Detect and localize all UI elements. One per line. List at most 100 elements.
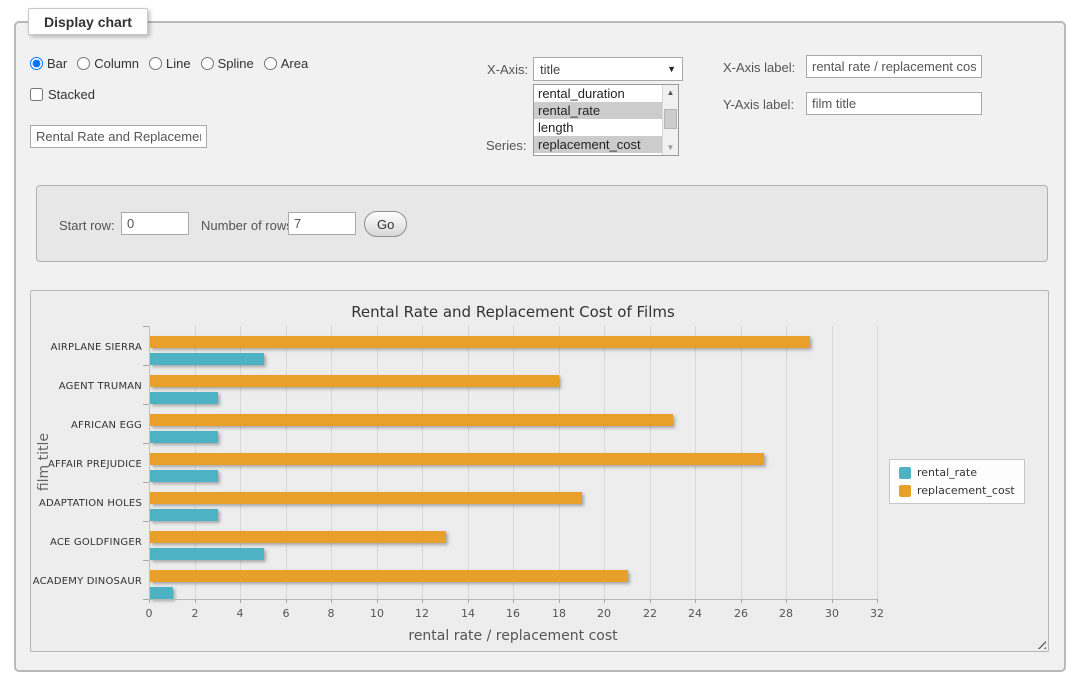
x-axis-line: [149, 599, 877, 600]
scroll-up-icon[interactable]: ▲: [663, 85, 678, 100]
bar-replacement_cost-academy-dinosaur[interactable]: [150, 570, 628, 582]
x-tick-label: 14: [450, 607, 486, 620]
series-option-rental_rate[interactable]: rental_rate: [534, 102, 662, 119]
x-tick-label: 20: [586, 607, 622, 620]
legend-swatch-icon: [899, 467, 911, 479]
y-axis-tick: [143, 560, 149, 561]
series-option-replacement_cost[interactable]: replacement_cost: [534, 136, 662, 153]
series-listbox[interactable]: rental_durationrental_ratelengthreplacem…: [533, 84, 679, 156]
chart-x-axis-title: rental rate / replacement cost: [149, 628, 877, 644]
radio-spline[interactable]: [201, 57, 214, 70]
stacked-label: Stacked: [48, 87, 95, 102]
category-label: AFFAIR PREJUDICE: [31, 459, 142, 470]
category-label: AIRPLANE SIERRA: [31, 342, 142, 353]
chart-panel: Rental Rate and Replacement Cost of Film…: [30, 290, 1049, 652]
legend-swatch-icon: [899, 485, 911, 497]
scroll-down-icon[interactable]: ▼: [663, 140, 678, 155]
y-axis-label-caption: Y-Axis label:: [723, 97, 794, 112]
chart-title-input[interactable]: [30, 125, 207, 148]
x-tick-label: 8: [313, 607, 349, 620]
bar-rental_rate-affair-prejudice[interactable]: [150, 470, 218, 482]
y-axis-label-input[interactable]: [806, 92, 982, 115]
chart-type-group: Bar Column Line Spline Area: [30, 56, 308, 71]
radio-line[interactable]: [149, 57, 162, 70]
chart-type-option-line[interactable]: Line: [149, 56, 191, 71]
x-axis-label-caption: X-Axis label:: [723, 60, 795, 75]
x-tick-label: 22: [632, 607, 668, 620]
start-row-input[interactable]: [121, 212, 189, 235]
number-of-rows-label: Number of rows:: [201, 218, 296, 233]
gridline: [877, 326, 878, 599]
fieldset-legend: Display chart: [28, 8, 148, 35]
bar-replacement_cost-airplane-sierra[interactable]: [150, 336, 810, 348]
bar-rental_rate-adaptation-holes[interactable]: [150, 509, 218, 521]
row-controls-panel: Start row: Number of rows: Go: [36, 185, 1048, 262]
scrollbar-thumb[interactable]: [664, 109, 677, 129]
number-of-rows-input[interactable]: [288, 212, 356, 235]
chart-plot-area: [149, 326, 877, 599]
stacked-option[interactable]: Stacked: [30, 87, 95, 102]
bar-replacement_cost-affair-prejudice[interactable]: [150, 453, 764, 465]
x-tick-label: 32: [859, 607, 895, 620]
bar-rental_rate-airplane-sierra[interactable]: [150, 353, 264, 365]
chart-type-option-spline[interactable]: Spline: [201, 56, 254, 71]
y-axis-tick: [143, 365, 149, 366]
series-listbox-options: rental_durationrental_ratelengthreplacem…: [534, 85, 662, 155]
radio-column[interactable]: [77, 57, 90, 70]
legend-label: rental_rate: [917, 466, 977, 479]
bar-rental_rate-agent-truman[interactable]: [150, 392, 218, 404]
bar-rental_rate-african-egg[interactable]: [150, 431, 218, 443]
start-row-label: Start row:: [59, 218, 115, 233]
legend-label: replacement_cost: [917, 484, 1015, 497]
x-axis-label-input[interactable]: [806, 55, 982, 78]
bar-replacement_cost-adaptation-holes[interactable]: [150, 492, 582, 504]
x-tick-label: 0: [131, 607, 167, 620]
y-axis-line: [149, 326, 150, 599]
y-axis-tick: [143, 326, 149, 327]
x-axis-tick: [877, 599, 878, 603]
series-field-label: Series:: [486, 138, 526, 153]
radio-label-spline: Spline: [218, 56, 254, 71]
radio-label-column: Column: [94, 56, 139, 71]
series-scrollbar[interactable]: ▲ ▼: [662, 85, 678, 155]
x-tick-label: 26: [723, 607, 759, 620]
series-option-rental_duration[interactable]: rental_duration: [534, 85, 662, 102]
category-label: ACE GOLDFINGER: [31, 537, 142, 548]
bar-rental_rate-academy-dinosaur[interactable]: [150, 587, 173, 599]
x-tick-label: 2: [177, 607, 213, 620]
x-tick-label: 4: [222, 607, 258, 620]
x-tick-label: 16: [495, 607, 531, 620]
go-button[interactable]: Go: [364, 211, 407, 237]
radio-area[interactable]: [264, 57, 277, 70]
radio-bar[interactable]: [30, 57, 43, 70]
x-tick-label: 10: [359, 607, 395, 620]
y-axis-tick: [143, 443, 149, 444]
x-axis-select[interactable]: title ▼: [533, 57, 683, 81]
bar-replacement_cost-ace-goldfinger[interactable]: [150, 531, 446, 543]
series-option-length[interactable]: length: [534, 119, 662, 136]
chart-type-option-area[interactable]: Area: [264, 56, 308, 71]
x-tick-label: 12: [404, 607, 440, 620]
gridline: [832, 326, 833, 599]
x-axis-selected-value: title: [540, 62, 560, 77]
x-tick-label: 28: [768, 607, 804, 620]
chart-type-option-column[interactable]: Column: [77, 56, 139, 71]
category-label: AGENT TRUMAN: [31, 381, 142, 392]
radio-label-area: Area: [281, 56, 308, 71]
bar-replacement_cost-african-egg[interactable]: [150, 414, 673, 426]
chart-type-option-bar[interactable]: Bar: [30, 56, 67, 71]
fieldset-legend-text: Display chart: [44, 14, 132, 30]
y-axis-tick: [143, 404, 149, 405]
legend-item-rental_rate[interactable]: rental_rate: [899, 466, 1015, 479]
radio-label-bar: Bar: [47, 56, 67, 71]
y-axis-tick: [143, 482, 149, 483]
stacked-checkbox[interactable]: [30, 88, 43, 101]
y-axis-tick: [143, 521, 149, 522]
bar-rental_rate-ace-goldfinger[interactable]: [150, 548, 264, 560]
x-tick-label: 18: [541, 607, 577, 620]
bar-replacement_cost-agent-truman[interactable]: [150, 375, 559, 387]
legend-item-replacement_cost[interactable]: replacement_cost: [899, 484, 1015, 497]
chart-builder-app: Display chart Bar Column Line Spline Area St…: [0, 0, 1081, 681]
resize-handle-icon[interactable]: [1034, 637, 1046, 649]
y-axis-tick: [143, 599, 149, 600]
